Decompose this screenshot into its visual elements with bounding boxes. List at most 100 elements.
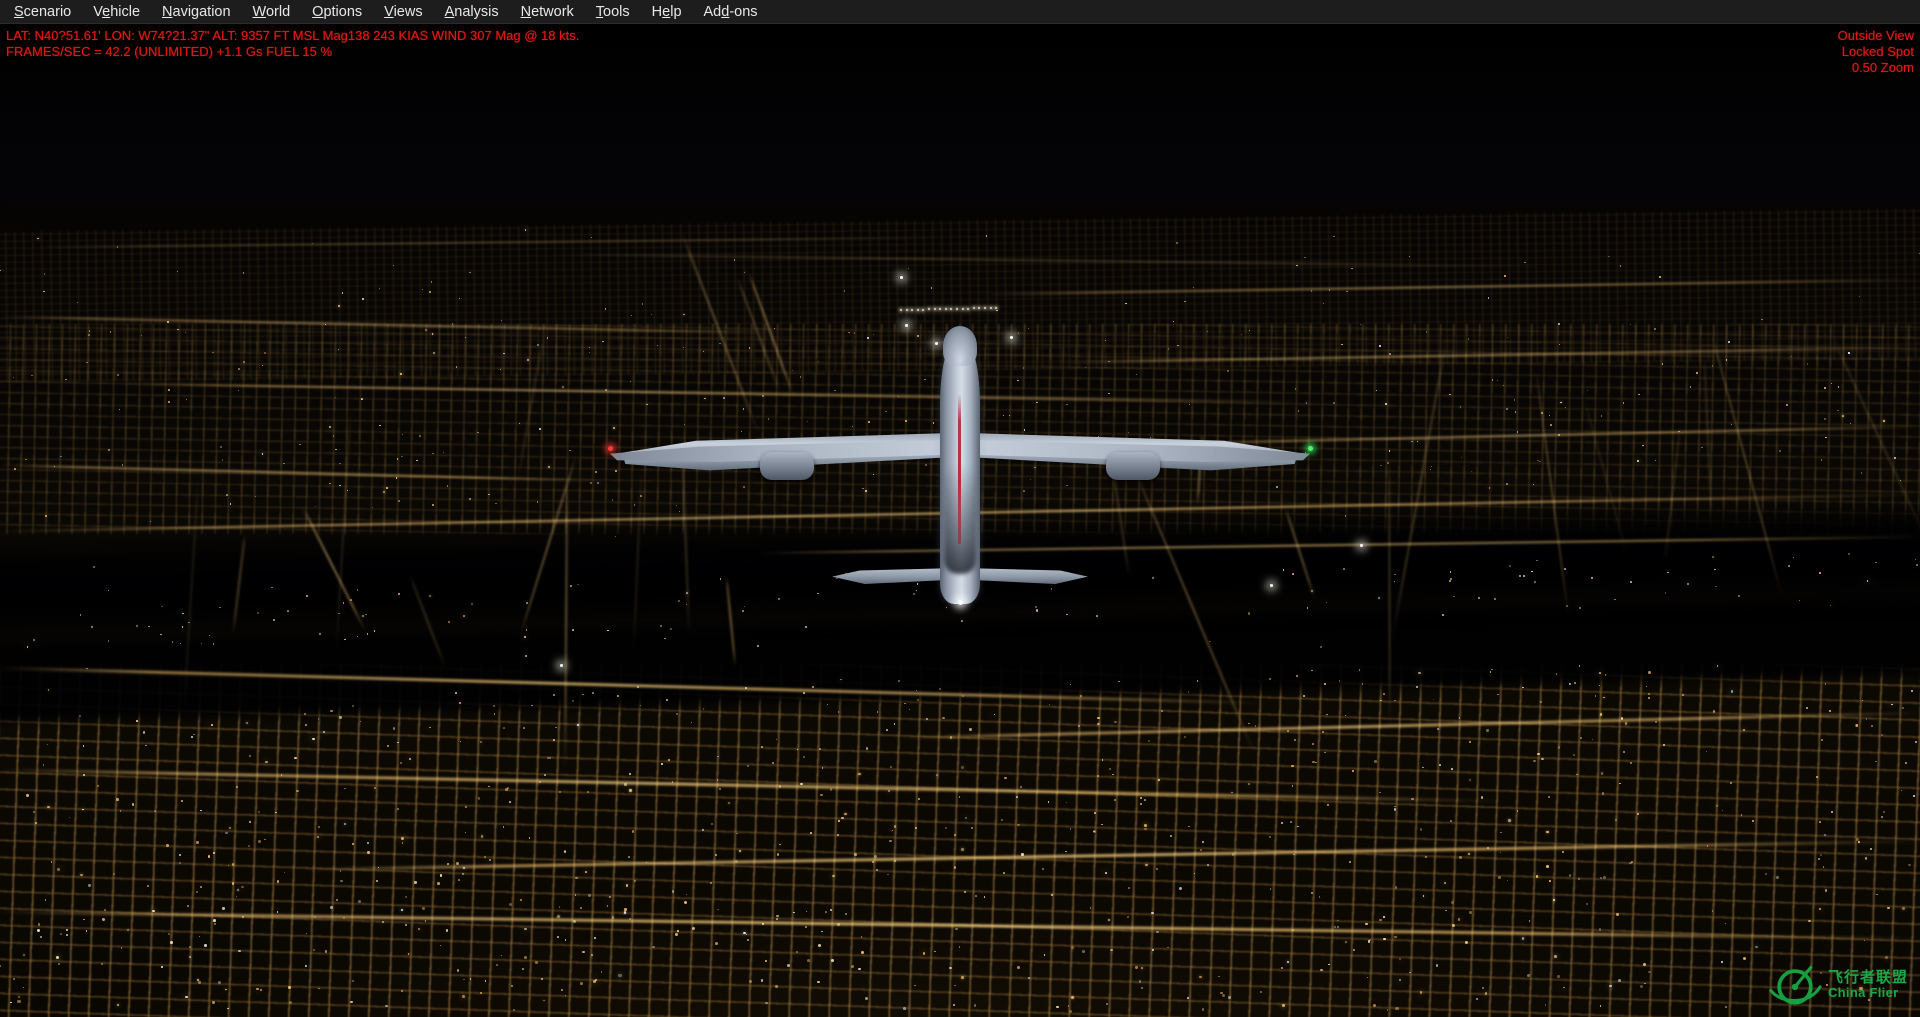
runway-light bbox=[962, 308, 964, 310]
city-light-point bbox=[844, 813, 847, 816]
city-light-point bbox=[1631, 861, 1633, 863]
city-light-point bbox=[419, 435, 421, 437]
city-light-point bbox=[1379, 345, 1380, 346]
city-light-point bbox=[367, 851, 370, 854]
city-light-point bbox=[661, 763, 663, 765]
hud-view-mode: Outside View bbox=[1838, 28, 1914, 44]
city-light-point bbox=[535, 961, 538, 964]
city-light-point bbox=[1806, 707, 1808, 709]
menu-item-world[interactable]: World bbox=[242, 3, 302, 21]
city-light-point bbox=[1716, 805, 1718, 807]
city-light-point bbox=[456, 862, 459, 865]
city-light-point bbox=[209, 635, 210, 636]
city-light-point bbox=[1834, 894, 1835, 895]
city-light-point bbox=[580, 907, 582, 909]
city-light-point bbox=[88, 334, 89, 335]
bright-beacon-light bbox=[935, 342, 938, 345]
city-light-point bbox=[458, 879, 460, 881]
city-light-point bbox=[1621, 717, 1623, 719]
watermark-text: 飞行者联盟 China Flier bbox=[1828, 970, 1908, 999]
city-light-point bbox=[854, 853, 857, 856]
city-light-point bbox=[433, 352, 434, 353]
city-light-point bbox=[1726, 359, 1727, 360]
city-light-point bbox=[1345, 941, 1347, 943]
city-light-point bbox=[398, 500, 399, 501]
menu-item-scenario[interactable]: Scenario bbox=[3, 3, 82, 21]
city-light-point bbox=[524, 928, 527, 931]
menu-item-add-ons[interactable]: Add-ons bbox=[693, 3, 769, 21]
city-light-point bbox=[182, 626, 183, 627]
city-light-point bbox=[1488, 297, 1489, 298]
city-light-point bbox=[1148, 740, 1150, 742]
city-light-point bbox=[1743, 729, 1745, 731]
menu-item-network[interactable]: Network bbox=[510, 3, 585, 21]
city-light-point bbox=[1395, 1007, 1398, 1010]
city-light-point bbox=[56, 956, 59, 959]
city-light-point bbox=[1376, 390, 1377, 391]
city-light-point bbox=[1017, 824, 1019, 826]
city-light-point bbox=[1389, 450, 1390, 451]
city-light-point bbox=[401, 456, 402, 457]
city-light-point bbox=[0, 965, 1, 967]
city-light-point bbox=[1715, 586, 1716, 587]
city-light-point bbox=[397, 458, 398, 459]
city-light-point bbox=[1861, 472, 1862, 473]
city-light-point bbox=[954, 866, 956, 868]
city-light-point bbox=[1426, 331, 1427, 332]
city-light-point bbox=[414, 881, 416, 883]
menu-item-help[interactable]: Help bbox=[641, 3, 693, 21]
city-light-point bbox=[580, 982, 583, 985]
menu-item-analysis[interactable]: Analysis bbox=[434, 3, 510, 21]
city-light-point bbox=[1168, 348, 1169, 349]
city-light-point bbox=[1017, 380, 1018, 381]
city-light-point bbox=[1819, 821, 1821, 823]
menu-item-navigation[interactable]: Navigation bbox=[151, 3, 242, 21]
city-light-point bbox=[561, 989, 563, 991]
city-light-point bbox=[830, 909, 832, 911]
city-light-point bbox=[1648, 693, 1650, 695]
simulator-viewport[interactable] bbox=[0, 24, 1920, 1017]
city-light-point bbox=[1418, 672, 1420, 674]
city-light-point bbox=[513, 1009, 515, 1011]
city-light-point bbox=[838, 820, 839, 821]
city-light-point bbox=[432, 504, 433, 505]
city-light-point bbox=[401, 837, 404, 840]
menu-item-vehicle[interactable]: Vehicle bbox=[82, 3, 151, 21]
city-light-point bbox=[1411, 798, 1413, 800]
city-light-point bbox=[400, 373, 401, 374]
city-light-point bbox=[562, 386, 564, 388]
city-light-point bbox=[189, 956, 191, 958]
city-light-point bbox=[204, 944, 206, 946]
city-light-point bbox=[632, 830, 635, 833]
city-light-point bbox=[959, 946, 960, 947]
city-light-point bbox=[1065, 851, 1067, 853]
city-light-point bbox=[232, 863, 235, 866]
menu-item-options[interactable]: Options bbox=[301, 3, 373, 21]
city-light-point bbox=[1550, 424, 1552, 426]
city-light-point bbox=[1602, 792, 1604, 794]
city-light-point bbox=[27, 646, 28, 647]
city-light-point bbox=[1449, 580, 1451, 582]
city-light-point bbox=[672, 890, 675, 893]
city-light-point bbox=[872, 861, 874, 863]
city-light-point bbox=[429, 595, 431, 597]
menu-item-tools[interactable]: Tools bbox=[585, 3, 641, 21]
city-light-point bbox=[429, 291, 430, 292]
city-light-point bbox=[296, 790, 298, 792]
city-light-point bbox=[1442, 614, 1444, 616]
menu-item-views[interactable]: Views bbox=[373, 3, 433, 21]
city-light-point bbox=[509, 903, 512, 906]
bright-beacon-light bbox=[1010, 336, 1013, 339]
city-light-point bbox=[1437, 728, 1439, 730]
city-light-point bbox=[181, 800, 183, 802]
city-light-point bbox=[1018, 332, 1019, 333]
city-light-point bbox=[1068, 1005, 1069, 1006]
city-light-point bbox=[1200, 849, 1202, 851]
city-light-point bbox=[1546, 865, 1549, 868]
city-light-point bbox=[1579, 607, 1581, 609]
city-light-point bbox=[975, 895, 977, 897]
city-light-point bbox=[1380, 465, 1381, 466]
city-light-point bbox=[744, 272, 745, 273]
city-light-point bbox=[225, 832, 228, 835]
city-light-point bbox=[523, 727, 525, 729]
